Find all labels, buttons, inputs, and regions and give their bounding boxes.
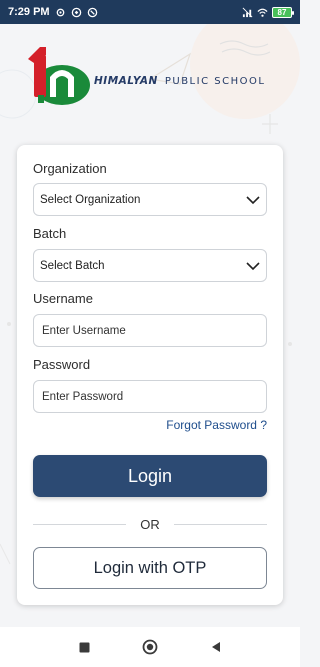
back-button[interactable]: [207, 638, 225, 656]
navigation-bar: [0, 627, 300, 667]
battery-icon: 87: [272, 6, 294, 18]
batch-label: Batch: [33, 226, 67, 241]
status-left: 7:29 PM: [8, 6, 98, 18]
password-placeholder: Enter Password: [42, 390, 124, 403]
organization-label: Organization: [33, 161, 107, 176]
notification-icon: [71, 7, 81, 17]
home-button[interactable]: [141, 638, 159, 656]
chevron-down-icon: [246, 261, 260, 270]
username-placeholder: Enter Username: [42, 324, 126, 337]
divider-line: [33, 523, 127, 525]
or-text: OR: [140, 516, 160, 532]
settings-icon: [56, 8, 64, 16]
school-logo-header: HIMALYAN PUBLIC SCHOOL: [24, 40, 294, 112]
triangle-back-icon: [212, 642, 220, 652]
chevron-down-icon: [246, 195, 260, 204]
password-input[interactable]: Enter Password: [33, 380, 267, 413]
data-saver-icon: [87, 7, 97, 17]
circle-icon: [142, 639, 158, 655]
or-divider: OR: [33, 515, 267, 533]
school-name: HIMALYAN PUBLIC SCHOOL: [94, 75, 265, 87]
brand-name: HIMALYAN: [94, 75, 158, 87]
login-card: Organization Select Organization Batch S…: [17, 145, 283, 605]
wifi-icon: [257, 8, 268, 17]
password-label: Password: [33, 357, 91, 372]
username-label: Username: [33, 291, 93, 306]
status-time: 7:29 PM: [8, 6, 50, 18]
forgot-password-link[interactable]: Forgot Password ?: [166, 418, 267, 432]
username-input[interactable]: Enter Username: [33, 314, 267, 347]
organization-select-value: Select Organization: [40, 193, 141, 206]
school-logo-icon: [28, 47, 90, 105]
batch-select[interactable]: Select Batch: [33, 249, 267, 282]
square-icon: [79, 642, 89, 652]
brand-subtitle: PUBLIC SCHOOL: [164, 76, 266, 87]
status-right: 87: [242, 6, 294, 18]
login-button[interactable]: Login: [33, 455, 267, 497]
signal-off-icon: [242, 7, 253, 17]
battery-level: 87: [277, 7, 287, 17]
divider-line: [173, 523, 267, 525]
batch-select-value: Select Batch: [40, 259, 105, 272]
login-with-otp-button[interactable]: Login with OTP: [33, 547, 267, 589]
recent-apps-button[interactable]: [75, 638, 93, 656]
status-bar: 7:29 PM 87: [0, 0, 300, 24]
organization-select[interactable]: Select Organization: [33, 183, 267, 216]
